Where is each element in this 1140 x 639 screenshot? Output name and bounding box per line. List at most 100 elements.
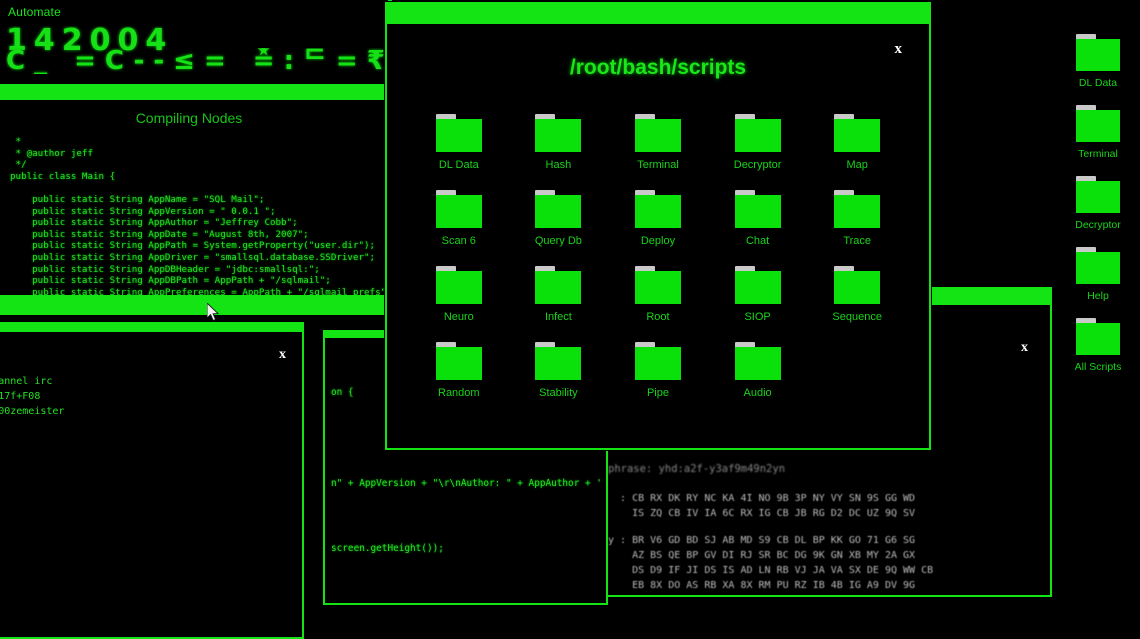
folder-icon: [734, 266, 781, 304]
decryptor-cipher-block-2: y : BR V6 GD BD SJ AB MD S9 CB DL BP KK …: [608, 535, 934, 591]
browser-close-icon[interactable]: x: [895, 42, 903, 57]
folder-body: [734, 119, 781, 152]
browser-path-title: /root/bash/scripts: [569, 56, 747, 79]
folder-icon: [435, 190, 482, 228]
folder-item[interactable]: Infect: [509, 258, 609, 324]
decryptor-passphrase: phrase: yhd:a2f-y3af9m49n2yn: [608, 463, 785, 475]
desktop-icon-sidebar: DL Data Terminal Decryptor Help All Scripts: [1056, 0, 1140, 639]
folder-label: Infect: [544, 311, 572, 323]
folder-item[interactable]: Audio: [708, 334, 808, 400]
folder-label: Neuro: [443, 311, 474, 323]
folder-item[interactable]: Query Db: [509, 182, 609, 248]
folder-icon: [1075, 176, 1120, 213]
folder-item[interactable]: Hash: [509, 106, 609, 172]
folder-label: Hash: [545, 159, 572, 171]
folder-icon: [535, 190, 582, 228]
folder-label: Chat: [745, 235, 770, 247]
sidebar-item-label: DL Data: [1078, 77, 1118, 89]
folder-icon: [734, 114, 781, 152]
automate-code-area[interactable]: Compiling Nodes * * @author jeff */ publ…: [0, 100, 392, 295]
script-browser-modal[interactable]: x /root/bash/scripts DL Data Hash Terminal…: [385, 2, 931, 450]
folder-label: Map: [846, 159, 868, 171]
irc-close-icon[interactable]: x: [279, 348, 286, 362]
folder-item[interactable]: Deploy: [608, 182, 708, 248]
folder-icon: [435, 342, 482, 380]
folder-label: Random: [438, 387, 480, 399]
folder-icon: [834, 266, 881, 304]
sidebar-item-label: Decryptor: [1075, 219, 1121, 231]
folder-body: [1076, 110, 1120, 142]
folder-label: Root: [646, 311, 670, 323]
folder-item[interactable]: Random: [409, 334, 509, 400]
decryptor-passphrase-value: yhd:a2f-y3af9m49n2yn: [658, 463, 786, 475]
sidebar-item[interactable]: Decryptor: [1075, 176, 1121, 231]
decryptor-cipher-block-1: : CB RX DK RY NC KA 4I NO 9B 3P NY VY SN…: [620, 493, 916, 519]
folder-body: [834, 195, 881, 228]
folder-body: [1075, 181, 1120, 213]
folder-item[interactable]: Scan 6: [409, 182, 509, 248]
folder-label: Decryptor: [733, 159, 782, 171]
automate-status-bar: [0, 295, 386, 315]
irc-titlebar[interactable]: [0, 322, 304, 332]
browser-titlebar[interactable]: [385, 2, 931, 24]
folder-item[interactable]: Pipe: [608, 334, 708, 400]
folder-body: [634, 271, 681, 304]
folder-body: [734, 271, 781, 304]
irc-window[interactable]: x 667 of #channel irc n 2.9.5+Cr17f+F08 …: [0, 322, 304, 639]
folder-body: [734, 195, 781, 228]
folder-icon: [1076, 247, 1120, 284]
sidebar-item[interactable]: All Scripts: [1074, 318, 1122, 373]
folder-item[interactable]: Stability: [509, 334, 609, 400]
folder-body: [435, 119, 482, 152]
folder-item[interactable]: Map: [807, 106, 907, 172]
folder-icon: [834, 190, 881, 228]
folder-label: Deploy: [640, 235, 676, 247]
folder-item[interactable]: Decryptor: [708, 106, 808, 172]
folder-body: [1076, 323, 1120, 355]
sidebar-item[interactable]: DL Data: [1076, 34, 1120, 89]
folder-item[interactable]: Trace: [807, 182, 907, 248]
sidebar-item-label: Terminal: [1078, 148, 1118, 160]
folder-icon: [734, 190, 781, 228]
folder-item[interactable]: Root: [608, 258, 708, 324]
folder-body: [634, 347, 681, 380]
folder-icon: [435, 114, 482, 152]
folder-label: Stability: [539, 387, 578, 399]
folder-body: [634, 119, 681, 152]
folder-body: [535, 271, 582, 304]
folder-item[interactable]: Neuro: [409, 258, 509, 324]
folder-item[interactable]: DL Data: [409, 106, 509, 172]
automate-divider-bar: [0, 84, 386, 100]
folder-label: Query Db: [534, 235, 582, 247]
automate-window[interactable]: Automate 142004 C_ =C--≤= ≛:ᄃ=₹: ¦₹ Comp…: [0, 0, 392, 315]
folder-icon: [535, 342, 582, 380]
folder-body: [535, 195, 582, 228]
sidebar-item[interactable]: Help: [1076, 247, 1120, 302]
folder-item[interactable]: Chat: [708, 182, 808, 248]
folder-body: [535, 347, 582, 380]
folder-label: Audio: [743, 387, 772, 399]
folder-label: Pipe: [646, 387, 669, 399]
folder-label: DL Data: [438, 159, 479, 171]
folder-item[interactable]: Terminal: [608, 106, 708, 172]
folder-icon: [535, 266, 582, 304]
folder-body: [734, 347, 781, 380]
browser-body: x /root/bash/scripts DL Data Hash Terminal…: [385, 24, 931, 450]
folder-body: [834, 271, 881, 304]
irc-body: x 667 of #channel irc n 2.9.5+Cr17f+F08 …: [0, 332, 304, 639]
sidebar-item-label: All Scripts: [1074, 361, 1122, 373]
folder-icon: [1076, 318, 1120, 355]
folder-item[interactable]: Sequence: [807, 258, 907, 324]
folder-body: [435, 347, 482, 380]
folder-icon: [1076, 105, 1120, 142]
folder-body: [834, 119, 881, 152]
folder-icon: [634, 190, 681, 228]
folder-body: [535, 119, 582, 152]
folder-body: [435, 271, 482, 304]
folder-body: [634, 195, 681, 228]
irc-message-log: 667 of #channel irc n 2.9.5+Cr17f+F08 th…: [0, 376, 65, 417]
folder-body: [1076, 39, 1120, 71]
sidebar-item[interactable]: Terminal: [1076, 105, 1120, 160]
folder-item[interactable]: SIOP: [708, 258, 808, 324]
folder-icon: [634, 114, 681, 152]
